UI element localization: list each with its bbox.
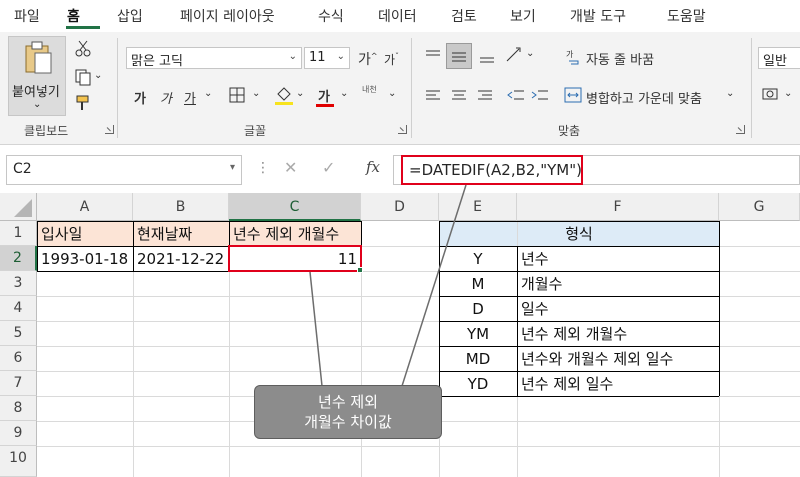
callout-line-1: 년수 제외 — [318, 393, 378, 411]
callout-line-2: 개월수 차이값 — [304, 413, 392, 431]
callout-box: 년수 제외 개월수 차이값 — [254, 385, 442, 439]
